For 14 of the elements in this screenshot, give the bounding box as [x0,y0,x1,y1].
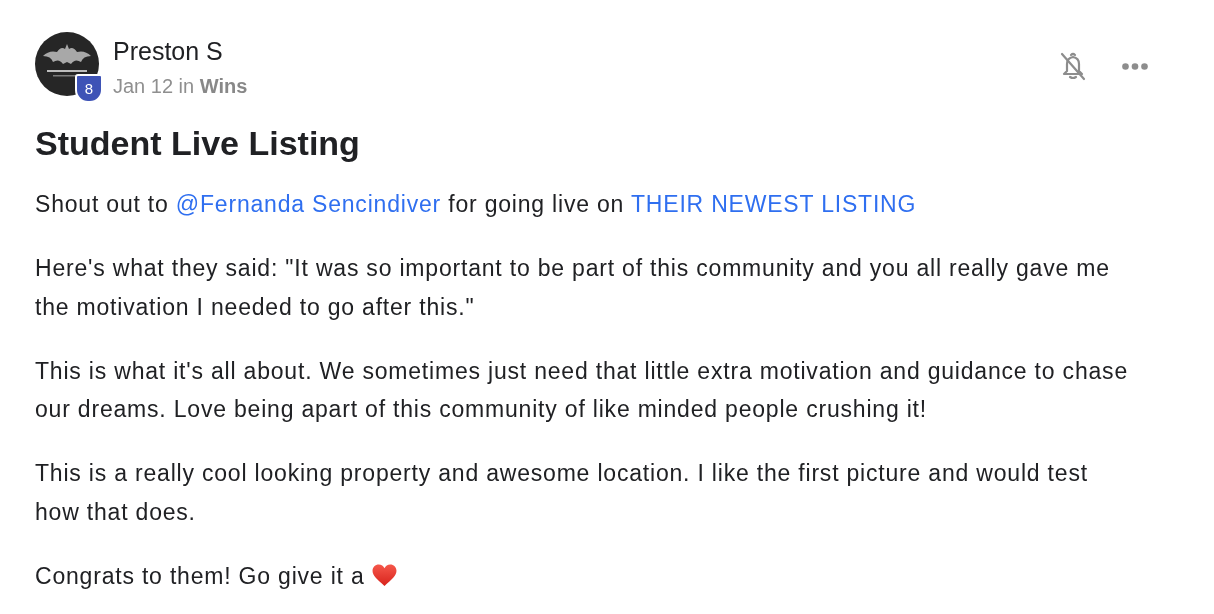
author-name[interactable]: Preston S [113,36,248,66]
level-badge: 8 [75,74,103,103]
bell-off-icon [1059,51,1087,81]
post-paragraph: This is a really cool looking property and awesome location. I like the first picture and would test how that does. [35,459,1089,527]
heart-icon [371,563,397,587]
mention-link[interactable]: @Fernanda Sencindiver [175,191,442,217]
listing-link[interactable]: THEIR NEWEST LISTING [631,191,917,217]
post-paragraph: Shout out to @Fernanda Sencindiver for going live on THEIR NEWEST LISTING [35,190,918,219]
post-paragraph: Congrats to them! Go give it a [35,556,1134,596]
post-paragraph: This is what it's all about. We sometimes just need that little extra motivation and guidance to chase our dreams. Love being apart of this community of like minded people crushing it! [35,356,1129,425]
more-options-icon [1122,62,1148,70]
post-meta: Jan 12 in Wins [113,74,248,98]
post-title: Student Live Listing [35,123,360,163]
post-paragraph: Here's what they said: "It was so important to be part of this community and you all really gave me the motivation I needed to go after this." [35,254,1111,322]
